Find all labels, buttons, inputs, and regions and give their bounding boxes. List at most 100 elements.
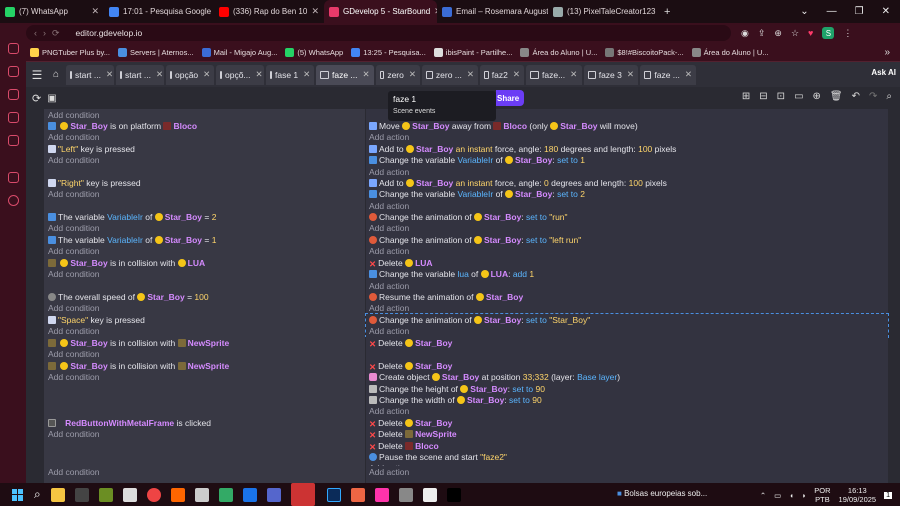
volume-icon[interactable]: ◖ — [789, 491, 794, 500]
close-tab-icon[interactable]: ✕ — [409, 69, 416, 80]
sidebar-app-icon[interactable] — [7, 43, 19, 54]
search-icon[interactable]: ⌕ — [34, 487, 41, 502]
scene-tab[interactable]: zero ✕ — [376, 64, 420, 85]
add-condition-link[interactable]: Add condition — [48, 467, 362, 478]
action[interactable]: Change the width of Star_Boy: set to 90 — [369, 395, 885, 406]
close-tab-icon[interactable]: ✕ — [311, 6, 319, 17]
profile-avatar[interactable]: S — [822, 27, 835, 39]
bookmark-item[interactable]: ibisPaint - Partilhe... — [433, 47, 512, 57]
app-icon[interactable] — [218, 487, 233, 502]
condition[interactable]: Star_Boy is in collision with NewSprite — [48, 361, 362, 372]
ask-ai-button[interactable]: Ask AI — [871, 68, 896, 77]
app-icon[interactable] — [266, 487, 281, 502]
add-condition-link[interactable]: Add condition — [48, 372, 362, 383]
star-icon[interactable]: ☆ — [791, 28, 799, 39]
brave-icon[interactable] — [170, 487, 185, 502]
action[interactable]: ✕ Delete Star_Boy — [369, 418, 885, 429]
event-row[interactable]: Star_Boy is in collision with NewSprite … — [44, 360, 888, 417]
scene-tab[interactable]: opçõ... ✕ — [216, 64, 264, 85]
add-condition-link[interactable]: Add condition — [48, 326, 362, 337]
scene-tab[interactable]: opção ✕ — [166, 64, 214, 85]
action[interactable]: Add to Star_Boy an instant force, angle:… — [369, 144, 885, 155]
action[interactable]: ✕ Delete Star_Boy — [369, 361, 885, 372]
action[interactable]: Change the animation of Star_Boy: set to… — [369, 315, 885, 326]
add-action-link[interactable]: Add action — [369, 132, 885, 143]
language-indicator[interactable]: POR PTB — [814, 486, 830, 504]
add-subevent-icon[interactable]: ⊟ — [759, 91, 767, 102]
close-tab-icon[interactable]: ✕ — [156, 69, 163, 80]
app-icon[interactable] — [398, 487, 413, 502]
add-condition-link[interactable]: Add condition — [48, 155, 362, 166]
action[interactable]: ✕ Delete Star_Boy — [369, 338, 885, 349]
new-tab-button[interactable]: + — [664, 6, 670, 18]
action[interactable]: Move Star_Boy away from Bloco (only Star… — [369, 121, 885, 132]
minimize-button[interactable]: — — [827, 6, 837, 17]
monitor-icon[interactable]: ▭ — [774, 491, 781, 500]
save-icon[interactable]: ▣ — [47, 93, 56, 104]
action[interactable]: Change the variable VariableIr of Star_B… — [369, 155, 885, 166]
add-action-link[interactable]: Add action — [369, 406, 885, 417]
minecraft-icon[interactable] — [98, 487, 113, 502]
comment-icon[interactable]: ▭ — [794, 91, 803, 102]
condition[interactable]: Star_Boy is in collision with LUA — [48, 258, 362, 269]
close-tab-icon[interactable]: ✕ — [203, 69, 210, 80]
address-bar[interactable]: ‹›⟳ editor.gdevelop.io — [26, 25, 731, 41]
close-tab-icon[interactable]: ✕ — [303, 69, 310, 80]
ibispaint-icon[interactable] — [194, 487, 209, 502]
close-tab-icon[interactable]: ✕ — [513, 69, 520, 80]
active-app-icon[interactable] — [290, 483, 315, 506]
close-tab-icon[interactable]: ✕ — [570, 69, 577, 80]
restore-button[interactable]: ❐ — [855, 6, 864, 17]
app-icon[interactable] — [374, 487, 389, 502]
close-tab-icon[interactable]: ✕ — [256, 69, 263, 80]
redo-icon[interactable]: ↷ — [869, 91, 877, 102]
news-widget[interactable]: ■ Bolsas europeias sob... — [617, 489, 707, 498]
condition[interactable]: The overall speed of Star_Boy = 100 — [48, 292, 362, 303]
condition[interactable]: Star_Boy is in collision with NewSprite — [48, 338, 362, 349]
action[interactable]: Resume the animation of Star_Boy — [369, 292, 885, 303]
browser-tab[interactable]: (336) Rap do Ben 10 ✕ — [214, 0, 324, 23]
hamburger-menu-icon[interactable]: ☰ — [28, 68, 46, 82]
tab-search-icon[interactable]: ⌄ — [800, 6, 808, 17]
action[interactable]: ✕ Delete Bloco — [369, 441, 885, 452]
close-tab-icon[interactable]: ✕ — [467, 69, 474, 80]
action[interactable]: ✕ Delete LUA — [369, 258, 885, 269]
sidebar-app-icon[interactable] — [7, 89, 19, 100]
action[interactable]: Change the animation of Star_Boy: set to… — [369, 235, 885, 246]
add-sub-icon[interactable]: ⊡ — [777, 91, 785, 102]
add-condition-link[interactable]: Add condition — [48, 189, 362, 200]
windows-start-icon[interactable] — [12, 488, 24, 501]
event-row[interactable]: "Right" key is pressed Add condition Add… — [44, 177, 888, 211]
close-tab-icon[interactable]: ✕ — [660, 6, 661, 17]
bookmark-item[interactable]: Servers | Aternos... — [117, 47, 194, 57]
outlook-icon[interactable] — [242, 487, 257, 502]
scene-tab[interactable]: faze... ✕ — [526, 64, 582, 85]
close-button[interactable]: ✕ — [882, 6, 890, 17]
add-condition-link[interactable]: Add condition — [48, 349, 362, 360]
event-row[interactable]: Add condition Add action — [44, 466, 888, 483]
action[interactable]: Change the animation of Star_Boy: set to… — [369, 212, 885, 223]
scene-tab[interactable]: faze 3 ✕ — [584, 64, 638, 85]
heart-icon[interactable]: ♥ — [808, 28, 813, 38]
sidebar-history-icon[interactable] — [7, 195, 19, 206]
app-icon[interactable] — [350, 487, 365, 502]
bookmark-item[interactable]: Área do Aluno | U... — [691, 47, 769, 57]
action[interactable]: Pause the scene and start "faze2" — [369, 452, 885, 463]
add-action-link[interactable]: Add action — [369, 467, 885, 478]
scene-tab[interactable]: start ... ✕ — [66, 64, 114, 85]
bookmark-item[interactable]: (5) WhatsApp — [285, 47, 343, 57]
add-condition-link[interactable]: Add condition — [48, 429, 362, 440]
action[interactable]: Add to Star_Boy an instant force, angle:… — [369, 178, 885, 189]
share-icon[interactable]: ⇪ — [758, 28, 766, 39]
menu-dots-icon[interactable]: ⋮ — [843, 28, 852, 39]
search-icon[interactable]: ⌕ — [886, 91, 892, 102]
bookmark-item[interactable]: $8!#BiscoitoPack-... — [605, 47, 684, 57]
bookmark-item[interactable]: 13:25 - Pesquisa... — [351, 47, 426, 57]
scene-tab[interactable]: faze ... ✕ — [640, 64, 696, 85]
add-icon[interactable]: ⊕ — [813, 91, 821, 102]
event-row[interactable]: Star_Boy is in collision with LUA Add co… — [44, 257, 888, 291]
browser-tab[interactable]: (7) WhatsApp ✕ — [0, 0, 104, 23]
photoshop-icon[interactable] — [326, 487, 341, 502]
action[interactable]: Change the height of Star_Boy: set to 90 — [369, 384, 885, 395]
browser-tab[interactable]: Email – Rosemara August✕ — [437, 0, 548, 23]
